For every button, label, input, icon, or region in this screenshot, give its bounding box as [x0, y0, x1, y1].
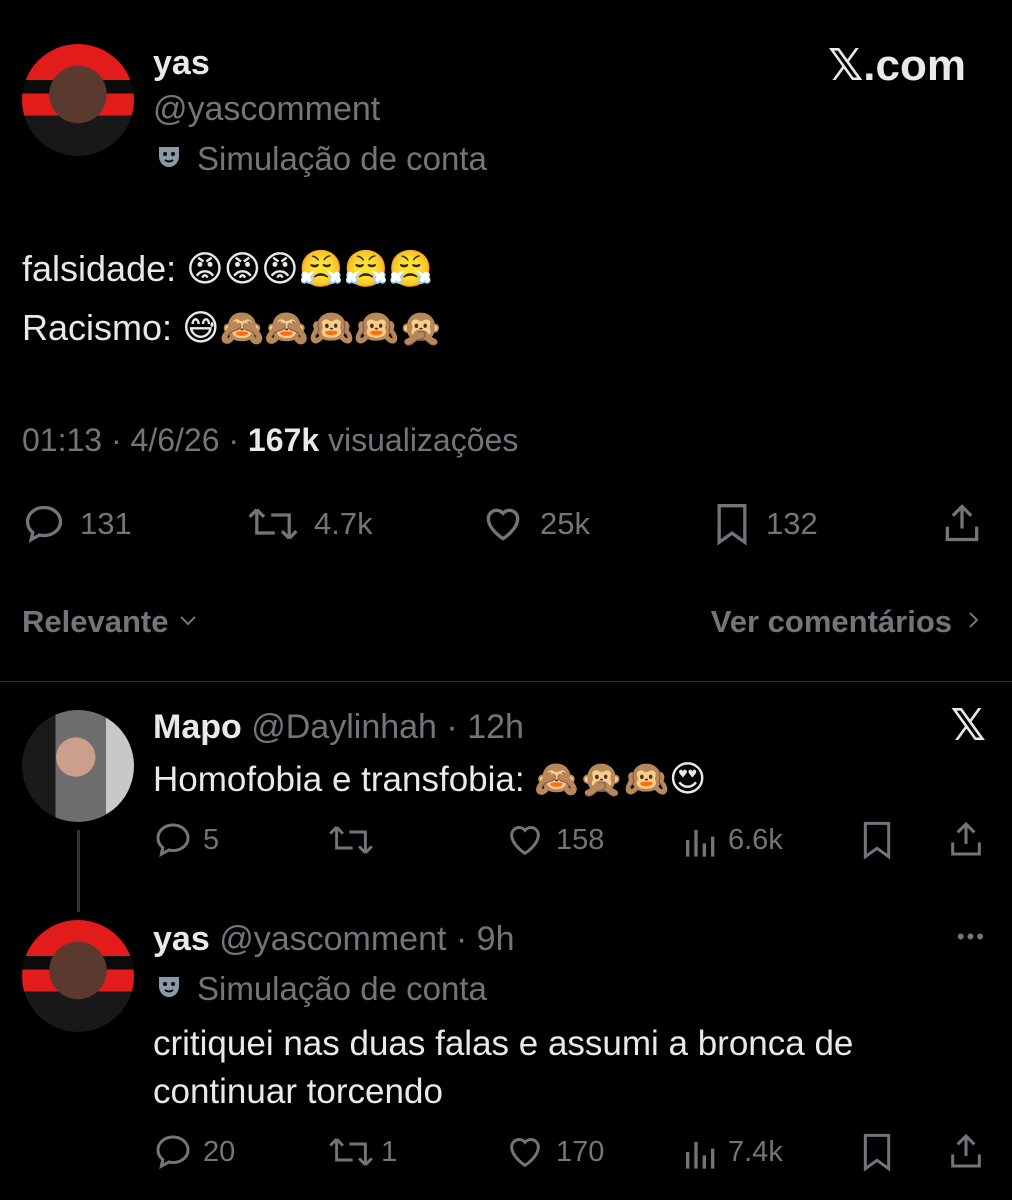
reply1-reply-button[interactable]: 5: [153, 820, 219, 860]
reply2-like-count: 170: [556, 1135, 605, 1168]
reply2-text-line1: critiquei nas duas falas e assumi a bron…: [153, 1024, 854, 1063]
heart-icon: [504, 820, 546, 860]
reply2-text-line2: continuar torcendo: [153, 1072, 443, 1111]
reply2-header: yas @yascomment · 9h: [153, 920, 515, 958]
reply-count: 131: [80, 506, 132, 541]
repost-icon: [327, 820, 375, 860]
reply2-handle[interactable]: @yascomment: [219, 920, 446, 958]
post-date[interactable]: 4/6/26: [131, 422, 220, 458]
sort-label: Relevante: [22, 604, 169, 639]
reply-icon: [22, 502, 66, 546]
reply2-account-label: Simulação de conta: [155, 970, 487, 1008]
bookmark-icon: [860, 820, 894, 860]
reply1-text-content: Homofobia e transfobia:: [153, 760, 525, 799]
reply2-author-name[interactable]: yas: [153, 920, 210, 958]
share-icon: [940, 500, 984, 546]
heart-icon: [480, 502, 526, 546]
views-icon: [684, 820, 718, 860]
reply1-like-button[interactable]: 158: [504, 820, 604, 860]
reply1-text: Homofobia e transfobia: 🙈🙊🙉😍: [153, 758, 706, 802]
reply2-text: critiquei nas duas falas e assumi a bron…: [153, 1020, 853, 1116]
reply1-share-button[interactable]: [946, 818, 986, 860]
reply-button[interactable]: 131: [22, 502, 132, 546]
reply1-time[interactable]: 12h: [467, 708, 524, 746]
author-handle[interactable]: @yascomment: [153, 90, 380, 129]
more-options-icon[interactable]: •••: [957, 924, 986, 950]
reply2-views-button[interactable]: 7.4k: [684, 1132, 783, 1172]
repost-button[interactable]: 4.7k: [246, 502, 373, 546]
reply2-repost-button[interactable]: 1: [327, 1132, 397, 1172]
reply2-share-button[interactable]: [946, 1130, 986, 1172]
share-icon: [946, 818, 986, 860]
reply1-repost-button[interactable]: [327, 820, 375, 860]
reply1-views-button[interactable]: 6.6k: [684, 820, 783, 860]
post-line1-text: falsidade:: [22, 248, 177, 289]
chevron-down-icon: [176, 604, 200, 640]
bookmark-button[interactable]: 132: [712, 502, 818, 546]
heart-icon: [504, 1132, 546, 1172]
views-icon: [684, 1132, 718, 1172]
see-comments-link[interactable]: Ver comentários: [711, 604, 984, 640]
avatar[interactable]: [22, 710, 134, 822]
chevron-right-icon: [964, 604, 984, 640]
reply1-bookmark-button[interactable]: [860, 820, 894, 860]
reply1-reply-count: 5: [203, 823, 220, 856]
repost-icon: [246, 502, 300, 546]
post-line1-emojis: 😡😡😡😤😤😤: [186, 249, 434, 290]
x-logo-icon: 𝕏: [950, 701, 986, 750]
section-divider: [0, 681, 1012, 682]
site-logo: 𝕏.com: [827, 41, 966, 90]
reply2-reply-count: 20: [203, 1135, 236, 1168]
reply-icon: [153, 1132, 193, 1172]
post-views-count: 167k: [247, 422, 320, 458]
reply2-account-label-text: Simulação de conta: [197, 970, 487, 1007]
bookmark-icon: [860, 1132, 894, 1172]
author-name[interactable]: yas: [153, 44, 210, 83]
share-button[interactable]: [940, 500, 984, 546]
post-text: falsidade: 😡😡😡😤😤😤 Racismo: 😅🙈🙈🙉🙉🙊: [22, 240, 444, 358]
reply-icon: [153, 820, 193, 860]
mask-icon: [155, 143, 183, 176]
share-icon: [946, 1130, 986, 1172]
repost-count: 4.7k: [314, 506, 373, 541]
reply1-author-name[interactable]: Mapo: [153, 708, 242, 746]
reply2-like-button[interactable]: 170: [504, 1132, 604, 1172]
reply2-time[interactable]: 9h: [477, 920, 515, 958]
sort-dropdown[interactable]: Relevante: [22, 604, 200, 640]
reply2-reply-button[interactable]: 20: [153, 1132, 235, 1172]
post-views-label: visualizações: [328, 422, 519, 458]
thread-line: [77, 830, 80, 912]
avatar[interactable]: [22, 920, 134, 1032]
reply1-views-count: 6.6k: [728, 823, 783, 856]
reply1-handle[interactable]: @Daylinhah: [251, 708, 437, 746]
like-count: 25k: [540, 506, 590, 541]
reply1-emojis: 🙈🙊🙉😍: [534, 759, 707, 800]
post-meta: 01:13 · 4/6/26 · 167k visualizações: [22, 422, 519, 458]
reply2-bookmark-button[interactable]: [860, 1132, 894, 1172]
post-line2-text: Racismo:: [22, 307, 173, 348]
avatar[interactable]: [22, 44, 134, 156]
reply1-header: Mapo @Daylinhah · 12h: [153, 708, 524, 746]
reply2-views-count: 7.4k: [728, 1135, 783, 1168]
post-time[interactable]: 01:13: [22, 422, 102, 458]
like-button[interactable]: 25k: [480, 502, 590, 546]
mask-icon: [155, 973, 183, 1006]
repost-icon: [327, 1132, 375, 1172]
bookmark-count: 132: [766, 506, 818, 541]
post-line2-emojis: 😅🙈🙈🙉🙉🙊: [182, 308, 444, 349]
reply2-repost-count: 1: [381, 1135, 398, 1168]
bookmark-icon: [712, 502, 752, 546]
see-comments-label: Ver comentários: [710, 604, 952, 639]
account-label-text: Simulação de conta: [197, 140, 487, 177]
account-label: Simulação de conta: [155, 140, 487, 178]
reply1-like-count: 158: [556, 823, 605, 856]
